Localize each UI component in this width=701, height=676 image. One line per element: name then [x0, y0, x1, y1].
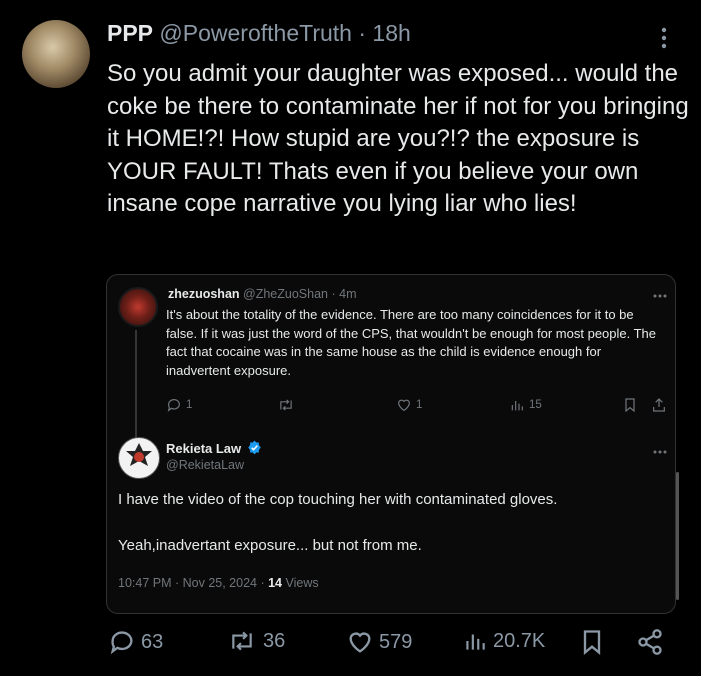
author-display-name[interactable]: PPP [107, 20, 153, 46]
share-button[interactable] [636, 628, 664, 656]
badge-emblem-icon [126, 443, 152, 466]
quoted-repost-button[interactable] [277, 397, 299, 413]
quoted-like-count: 1 [416, 399, 423, 411]
views-count: 20.7K [493, 629, 546, 652]
quoted-text: It's about the totality of the evidence.… [166, 307, 657, 378]
share-icon [638, 629, 662, 655]
reply-views-count: 14 [268, 576, 282, 590]
reply-button[interactable]: 63 [108, 628, 163, 656]
reply-handle[interactable]: @RekietaLaw [166, 458, 244, 472]
more-options-icon[interactable] [660, 26, 668, 56]
quoted-reply-button[interactable]: 1 [166, 397, 192, 413]
quoted-display-name[interactable]: zhezuoshan [168, 287, 240, 301]
bookmark-icon [625, 398, 635, 413]
author-handle[interactable]: @PoweroftheTruth [159, 20, 352, 46]
repost-count: 36 [263, 629, 286, 652]
reply-text-line-2: Yeah,inadvertant exposure... but not fro… [118, 537, 422, 554]
repost-icon [232, 631, 252, 651]
reply-text-line-1: I have the video of the cop touching her… [118, 491, 558, 508]
views-icon [511, 401, 523, 411]
separator-dot: · [358, 20, 367, 46]
reply-text: I have the video of the cop touching her… [118, 488, 658, 557]
quoted-bookmark-button[interactable] [623, 397, 637, 413]
separator-dot: · [331, 287, 336, 301]
quoted-share-button[interactable] [651, 397, 667, 413]
tweet-text: So you admit your daughter was exposed..… [107, 60, 689, 217]
quoted-handle[interactable]: @ZheZuoShan [243, 287, 328, 301]
verified-badge-icon [248, 440, 261, 455]
quoted-views-button[interactable]: 15 [509, 397, 542, 413]
reply-author-avatar[interactable] [118, 437, 160, 479]
reply-count: 63 [141, 630, 164, 653]
reply-timestamp[interactable]: 10:47 PM · Nov 25, 2024 · [118, 576, 268, 590]
share-icon [653, 398, 665, 412]
reply-icon [167, 399, 180, 412]
repost-button[interactable]: 36 [226, 628, 285, 654]
author-avatar[interactable] [22, 20, 90, 88]
quoted-header: zhezuoshan @ZheZuoShan · 4m [168, 287, 357, 301]
scrollbar[interactable] [676, 472, 679, 600]
repost-icon [280, 399, 292, 411]
bookmark-button[interactable] [580, 628, 604, 656]
reply-name-row: Rekieta Law [166, 440, 262, 456]
like-count: 579 [379, 630, 413, 653]
tweet-time[interactable]: 18h [372, 20, 410, 46]
reply-icon [110, 631, 133, 655]
reply-meta: 10:47 PM · Nov 25, 2024 · 14 Views [118, 576, 319, 590]
thread-line [135, 330, 137, 438]
bookmark-icon [583, 630, 601, 655]
reply-views-label: Views [282, 576, 319, 590]
quoted-author-avatar[interactable] [118, 287, 158, 327]
views-button[interactable]: 20.7K [462, 628, 545, 654]
like-button[interactable]: 579 [346, 628, 412, 656]
reply-display-name[interactable]: Rekieta Law [166, 441, 241, 456]
quoted-time[interactable]: 4m [339, 287, 356, 301]
quoted-views-count: 15 [529, 399, 542, 411]
tweet-header: PPP @PoweroftheTruth · 18h [107, 20, 411, 47]
heart-icon [349, 632, 371, 653]
heart-icon [398, 399, 410, 412]
reply-more-icon[interactable] [652, 442, 668, 460]
quoted-more-icon[interactable] [652, 286, 668, 304]
quoted-like-button[interactable]: 1 [396, 397, 422, 413]
views-icon [466, 634, 485, 650]
quoted-reply-count: 1 [186, 399, 193, 411]
